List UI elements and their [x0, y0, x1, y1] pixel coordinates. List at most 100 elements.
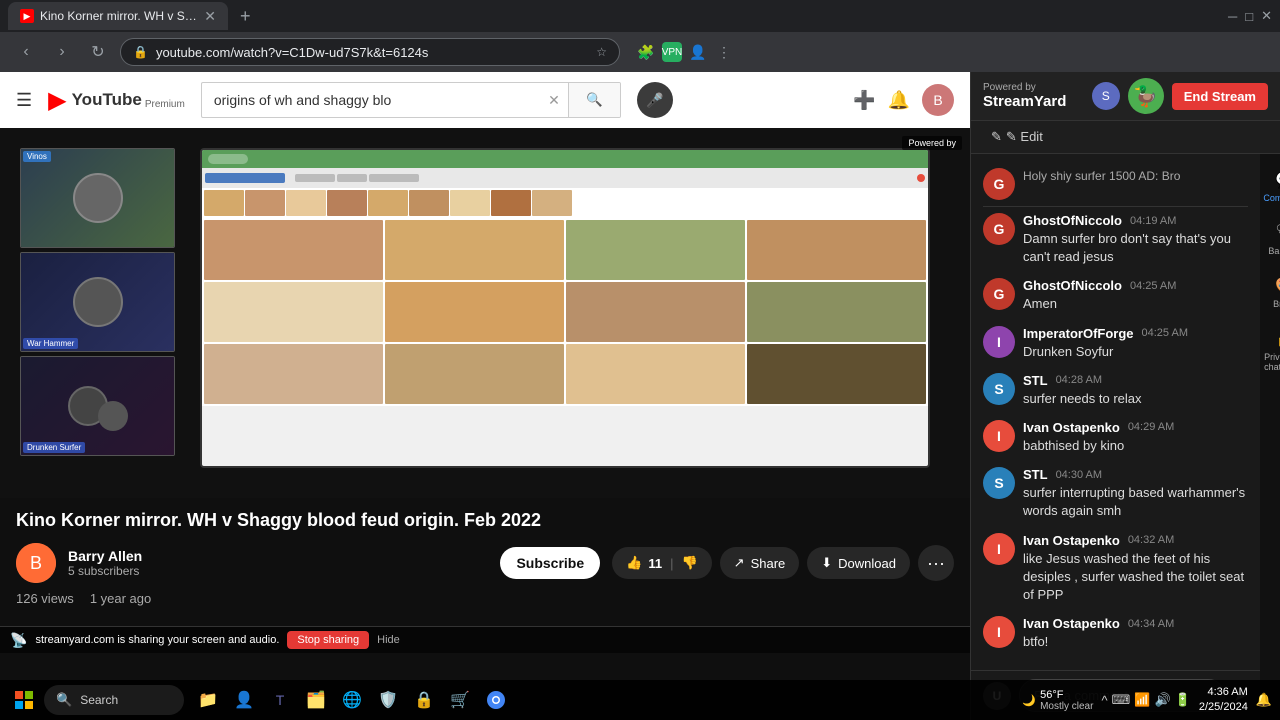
- view-count: 126 views: [16, 591, 74, 606]
- thumb-6: [409, 190, 449, 216]
- taskbar-app-security[interactable]: 🔒: [408, 684, 440, 716]
- taskbar-app-browser[interactable]: 🌐: [336, 684, 368, 716]
- keyboard-icon[interactable]: ⌨: [1112, 692, 1131, 708]
- address-bar[interactable]: 🔒 youtube.com/watch?v=C1Dw-ud7S7k&t=6124…: [120, 38, 620, 66]
- menu-icon[interactable]: ⋮: [714, 42, 734, 62]
- thumb-1: [204, 190, 244, 216]
- edit-button[interactable]: ✎ ✎ Edit: [983, 125, 1051, 149]
- close-browser-button[interactable]: ✕: [1261, 8, 1272, 24]
- more-options-button[interactable]: ···: [918, 545, 954, 581]
- chat-message-7: I Ivan Ostapenko 04:32 AM like Jesus was…: [971, 527, 1260, 611]
- chat-body-2: GhostOfNiccolo 04:25 AM Amen: [1023, 278, 1248, 313]
- download-icon: ⬇: [821, 555, 832, 571]
- taskbar-app-teams[interactable]: T: [264, 684, 296, 716]
- chat-time-3: 04:25 AM: [1142, 327, 1188, 339]
- wifi-icon[interactable]: 📶: [1134, 692, 1150, 708]
- premium-label: Premium: [145, 99, 185, 110]
- chat-time-4: 04:28 AM: [1056, 374, 1102, 386]
- chat-message-4: S STL 04:28 AM surfer needs to relax: [971, 367, 1260, 414]
- profile-icon[interactable]: 👤: [688, 42, 708, 62]
- tray-expand-icon[interactable]: ^: [1101, 693, 1107, 708]
- chat-message-8: I Ivan Ostapenko 04:34 AM btfo!: [971, 610, 1260, 657]
- banners-icon: 🏷: [1275, 223, 1280, 243]
- end-stream-button[interactable]: End Stream: [1172, 83, 1268, 110]
- banners-tool[interactable]: 🏷 Banners: [1264, 215, 1280, 264]
- youtube-logo[interactable]: ▶ YouTube Premium: [48, 86, 185, 115]
- taskbar-app-store[interactable]: 🛒: [444, 684, 476, 716]
- start-button[interactable]: [8, 684, 40, 716]
- chat-text-0: Holy shiy surfer 1500 AD: Bro: [1023, 168, 1248, 185]
- screen-content-area: [202, 168, 928, 406]
- reload-button[interactable]: ↻: [84, 38, 112, 66]
- stop-sharing-button[interactable]: Stop sharing: [287, 631, 369, 649]
- notification-icon[interactable]: 🔔: [1256, 692, 1272, 708]
- channel-row: B Barry Allen 5 subscribers Subscribe 👍 …: [16, 543, 954, 583]
- chat-message-5: I Ivan Ostapenko 04:29 AM babthised by k…: [971, 414, 1260, 461]
- video-stats: 126 views 1 year ago: [16, 583, 954, 614]
- taskbar-right-area: 🌙 56°F Mostly clear ^ ⌨ 📶 🔊 🔋 4:36 AM 2/…: [1022, 685, 1272, 716]
- search-bar[interactable]: ✕ 🔍: [201, 82, 621, 118]
- streamyard-streaming-area: G Holy shiy surfer 1500 AD: Bro G GhostO…: [971, 154, 1280, 720]
- food-11: [566, 344, 745, 404]
- taskbar-search-bar[interactable]: 🔍 Search: [44, 685, 184, 715]
- search-input[interactable]: [202, 92, 540, 108]
- extension-icon[interactable]: 🧩: [636, 42, 656, 62]
- account-avatar[interactable]: B: [922, 84, 954, 116]
- video-info: Kino Korner mirror. WH v Shaggy blood fe…: [0, 498, 970, 626]
- participant-cameras: Vinos War Hammer Drunken Surfer: [20, 148, 175, 456]
- edit-icon: ✎: [991, 129, 1002, 145]
- cam-box-2: War Hammer: [20, 252, 175, 352]
- streaming-text: streamyard.com is sharing your screen an…: [35, 634, 279, 646]
- weather-desc: Mostly clear: [1040, 701, 1093, 712]
- brand-tool[interactable]: 🎨 Brand: [1269, 268, 1280, 317]
- battery-icon[interactable]: 🔋: [1175, 692, 1191, 708]
- private-chat-tool[interactable]: 🔒 Private chat: [1260, 321, 1280, 380]
- thumbs-up-icon: 👍: [626, 555, 642, 571]
- chat-meta-7: Ivan Ostapenko 04:32 AM: [1023, 533, 1248, 548]
- taskbar-app-shield[interactable]: 🛡️: [372, 684, 404, 716]
- system-clock[interactable]: 4:36 AM 2/25/2024: [1199, 685, 1248, 716]
- new-tab-button[interactable]: +: [232, 6, 259, 27]
- create-icon[interactable]: ➕: [853, 90, 875, 111]
- thumb-5: [368, 190, 408, 216]
- volume-icon[interactable]: 🔊: [1155, 692, 1171, 708]
- share-button[interactable]: ↗ Share: [720, 547, 800, 579]
- voice-search-button[interactable]: 🎤: [637, 82, 673, 118]
- forward-button[interactable]: ›: [48, 38, 76, 66]
- subscribe-button[interactable]: Subscribe: [500, 547, 600, 579]
- like-button[interactable]: 👍 11 | 👎: [612, 547, 712, 579]
- hide-notice-button[interactable]: Hide: [377, 634, 400, 646]
- like-count: 11: [648, 556, 662, 571]
- taskbar-app-person[interactable]: 👤: [228, 684, 260, 716]
- brand-label: Brand: [1273, 299, 1280, 309]
- channel-name[interactable]: Barry Allen: [68, 548, 488, 564]
- chat-username-8: Ivan Ostapenko: [1023, 616, 1120, 631]
- download-button[interactable]: ⬇ Download: [807, 547, 910, 579]
- taskbar-app-folder[interactable]: 🗂️: [300, 684, 332, 716]
- active-tab[interactable]: ▶ Kino Korner mirror. WH v Sh... ✕: [8, 2, 228, 30]
- chat-avatar-2: G: [983, 278, 1015, 310]
- streamyard-duck-logo[interactable]: 🦆: [1128, 78, 1164, 114]
- chat-body-4: STL 04:28 AM surfer needs to relax: [1023, 373, 1248, 408]
- maximize-button[interactable]: □: [1245, 9, 1253, 24]
- notifications-icon[interactable]: 🔔: [888, 90, 910, 111]
- minimize-button[interactable]: ─: [1228, 9, 1237, 24]
- streaming-notice: 📡 streamyard.com is sharing your screen …: [0, 626, 970, 653]
- tab-close-button[interactable]: ✕: [204, 8, 216, 25]
- back-button[interactable]: ‹: [12, 38, 40, 66]
- search-clear-icon[interactable]: ✕: [540, 92, 568, 109]
- vpn-icon[interactable]: VPN: [662, 42, 682, 62]
- chat-message-3: I ImperatorOfForge 04:25 AM Drunken Soyf…: [971, 320, 1260, 367]
- taskbar-app-chrome[interactable]: [480, 684, 512, 716]
- search-submit-button[interactable]: 🔍: [568, 82, 620, 118]
- cam-avatar-1: [73, 173, 123, 223]
- streamyard-branding: Powered by StreamYard: [983, 82, 1066, 110]
- channel-avatar[interactable]: B: [16, 543, 56, 583]
- hamburger-menu-icon[interactable]: ☰: [16, 90, 32, 111]
- comments-tool[interactable]: 💬 Comments: [1259, 162, 1280, 211]
- upload-time: 1 year ago: [90, 591, 151, 606]
- windows-logo-icon: [15, 691, 33, 709]
- bookmark-icon[interactable]: ☆: [596, 45, 607, 59]
- taskbar-app-explorer[interactable]: 📁: [192, 684, 224, 716]
- video-player[interactable]: Vinos War Hammer Drunken Surfer: [0, 128, 970, 498]
